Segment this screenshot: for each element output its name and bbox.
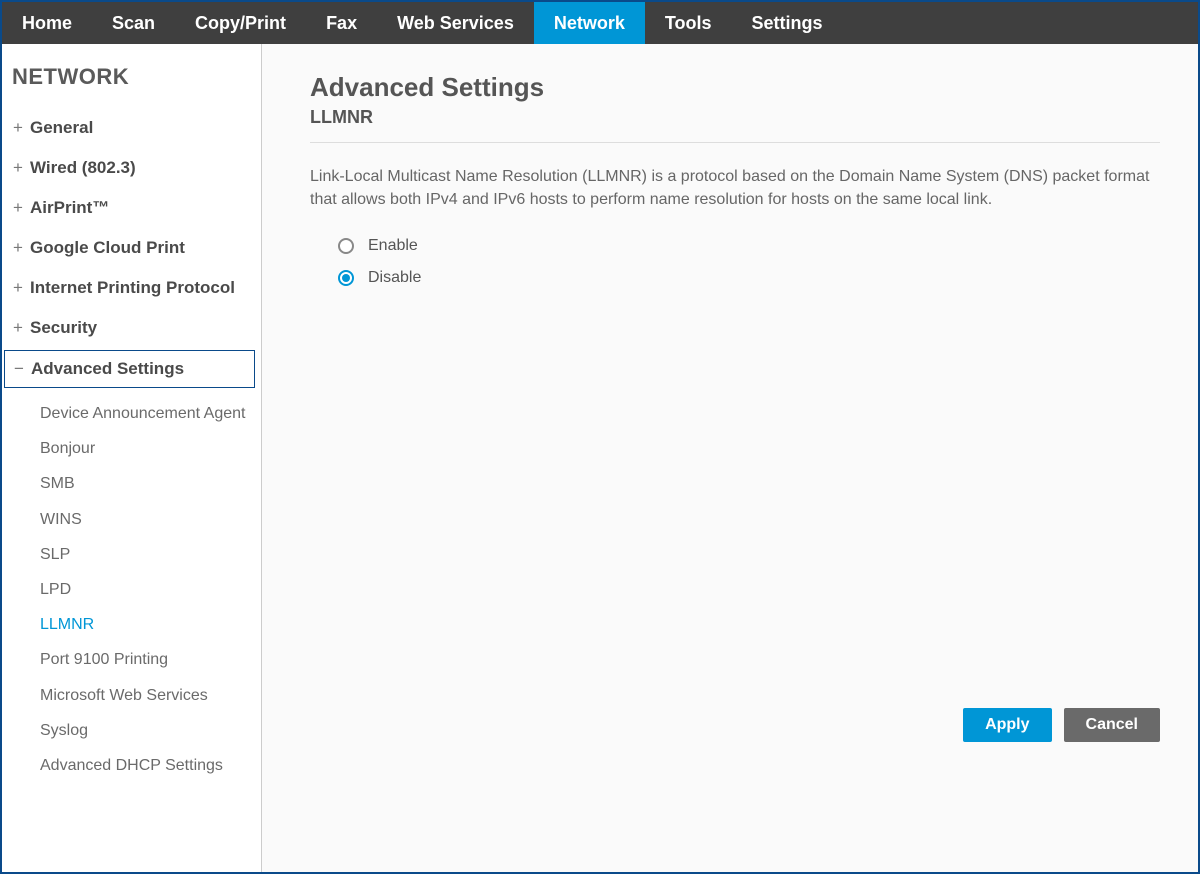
- sidebar-item-label: Internet Printing Protocol: [30, 278, 235, 298]
- subnav-syslog[interactable]: Syslog: [36, 713, 261, 748]
- subnav-wins[interactable]: WINS: [36, 502, 261, 537]
- subnav-device-announcement-agent[interactable]: Device Announcement Agent: [36, 396, 261, 431]
- sidebar-item-label: General: [30, 118, 93, 138]
- subnav-llmnr[interactable]: LLMNR: [36, 607, 261, 642]
- sidebar-item-security[interactable]: + Security: [2, 308, 261, 348]
- tab-copy-print[interactable]: Copy/Print: [175, 2, 306, 44]
- radio-icon: [338, 270, 354, 286]
- sidebar-item-label: Wired (802.3): [30, 158, 136, 178]
- subnav-advanced-dhcp[interactable]: Advanced DHCP Settings: [36, 748, 261, 783]
- radio-label: Enable: [368, 237, 418, 255]
- llmnr-radio-group: Enable Disable: [310, 237, 1160, 301]
- radio-disable[interactable]: Disable: [338, 269, 1160, 287]
- main-panel: Advanced Settings LLMNR Link-Local Multi…: [262, 44, 1198, 872]
- sidebar-item-airprint[interactable]: + AirPrint™: [2, 188, 261, 228]
- radio-enable[interactable]: Enable: [338, 237, 1160, 255]
- minus-icon: −: [13, 359, 25, 379]
- apply-button[interactable]: Apply: [963, 708, 1051, 742]
- sidebar-item-ipp[interactable]: + Internet Printing Protocol: [2, 268, 261, 308]
- subnav-lpd[interactable]: LPD: [36, 572, 261, 607]
- page-subtitle: LLMNR: [310, 107, 1160, 128]
- sidebar-item-label: Security: [30, 318, 97, 338]
- top-nav: Home Scan Copy/Print Fax Web Services Ne…: [2, 2, 1198, 44]
- cancel-button[interactable]: Cancel: [1064, 708, 1160, 742]
- divider: [310, 142, 1160, 143]
- sidebar-item-google-cloud-print[interactable]: + Google Cloud Print: [2, 228, 261, 268]
- radio-icon: [338, 238, 354, 254]
- plus-icon: +: [12, 158, 24, 178]
- plus-icon: +: [12, 238, 24, 258]
- tab-home[interactable]: Home: [2, 2, 92, 44]
- tab-network[interactable]: Network: [534, 2, 645, 44]
- subnav-smb[interactable]: SMB: [36, 466, 261, 501]
- subnav-slp[interactable]: SLP: [36, 537, 261, 572]
- sidebar-item-label: Google Cloud Print: [30, 238, 185, 258]
- sidebar: NETWORK + General + Wired (802.3) + AirP…: [2, 44, 262, 872]
- sidebar-item-general[interactable]: + General: [2, 108, 261, 148]
- subnav-ms-web-services[interactable]: Microsoft Web Services: [36, 678, 261, 713]
- plus-icon: +: [12, 118, 24, 138]
- sidebar-item-wired[interactable]: + Wired (802.3): [2, 148, 261, 188]
- plus-icon: +: [12, 318, 24, 338]
- page-description: Link-Local Multicast Name Resolution (LL…: [310, 165, 1160, 211]
- radio-label: Disable: [368, 269, 421, 287]
- tab-fax[interactable]: Fax: [306, 2, 377, 44]
- sidebar-item-advanced-settings[interactable]: − Advanced Settings: [4, 350, 255, 388]
- plus-icon: +: [12, 278, 24, 298]
- tab-settings[interactable]: Settings: [732, 2, 843, 44]
- subnav-bonjour[interactable]: Bonjour: [36, 431, 261, 466]
- sidebar-subnav: Device Announcement Agent Bonjour SMB WI…: [2, 390, 261, 783]
- sidebar-item-label: Advanced Settings: [31, 359, 184, 379]
- plus-icon: +: [12, 198, 24, 218]
- sidebar-title: NETWORK: [2, 64, 261, 108]
- button-bar: Apply Cancel: [963, 708, 1160, 742]
- tab-scan[interactable]: Scan: [92, 2, 175, 44]
- tab-web-services[interactable]: Web Services: [377, 2, 534, 44]
- tab-tools[interactable]: Tools: [645, 2, 732, 44]
- subnav-port-9100[interactable]: Port 9100 Printing: [36, 642, 261, 677]
- sidebar-item-label: AirPrint™: [30, 198, 109, 218]
- page-title: Advanced Settings: [310, 72, 1160, 103]
